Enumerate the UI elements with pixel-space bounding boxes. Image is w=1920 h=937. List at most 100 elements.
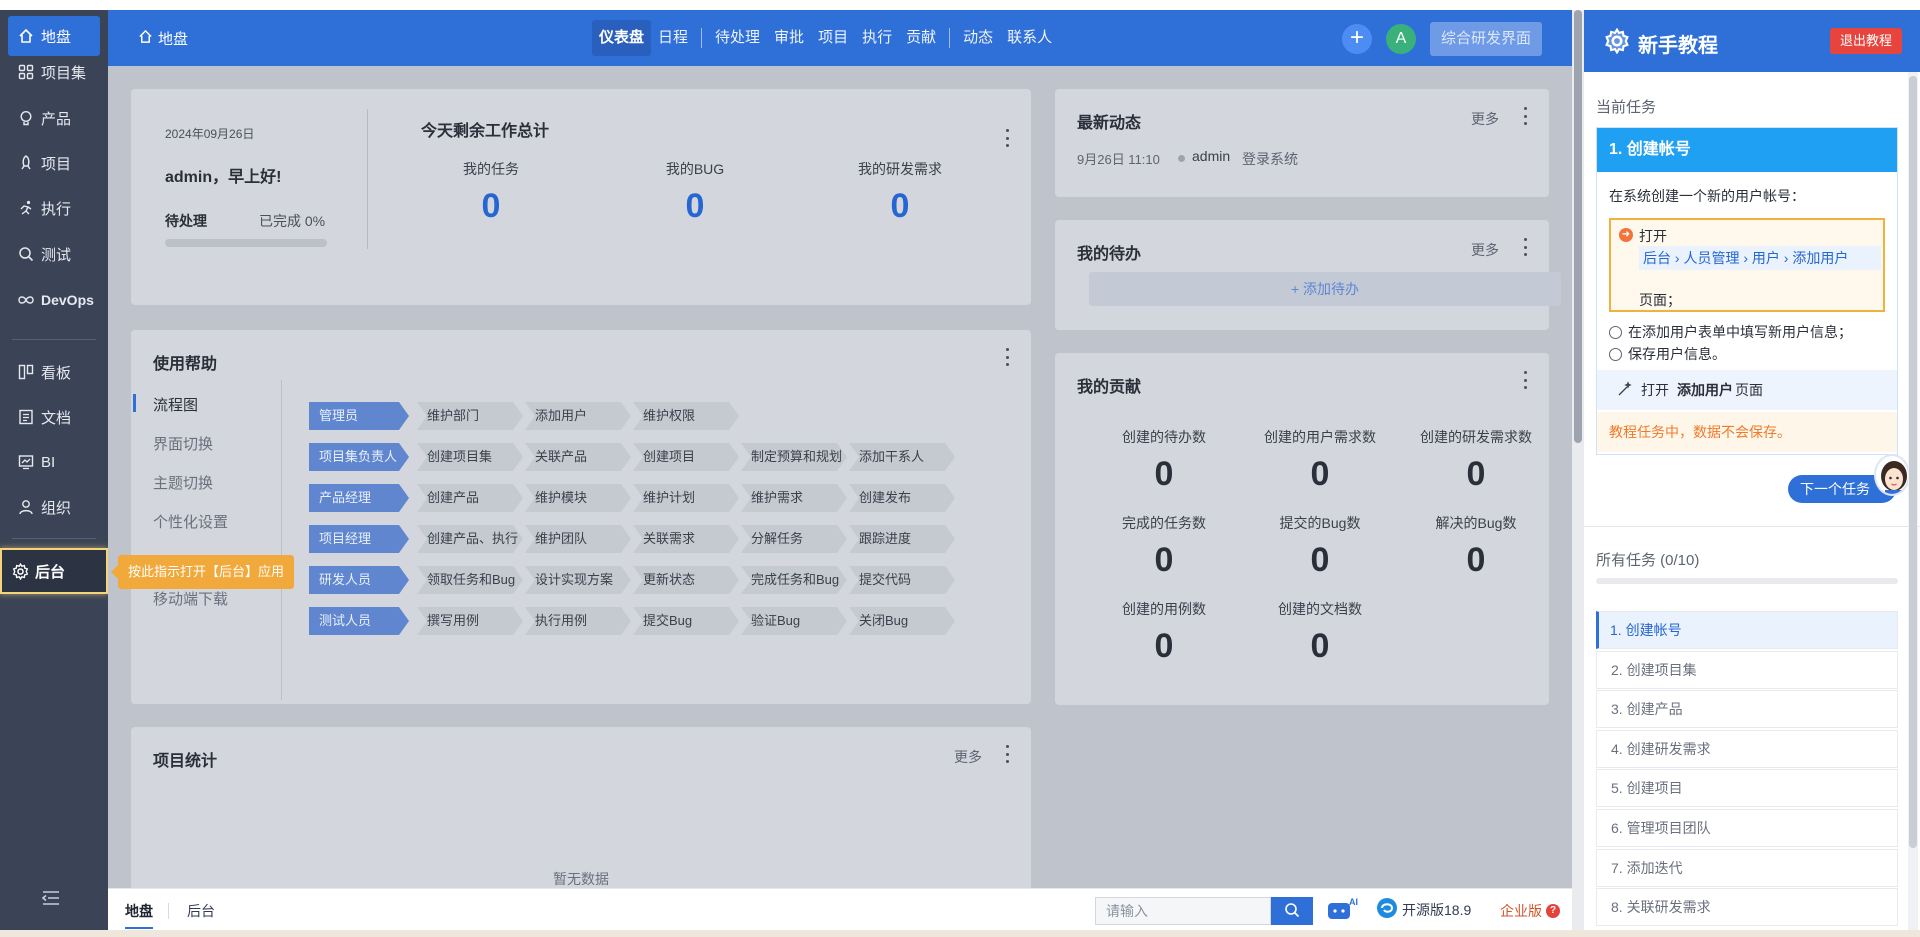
task-list-item[interactable]: 6. 管理项目团队 <box>1596 809 1898 847</box>
tab-pending[interactable]: 待处理 <box>708 20 767 56</box>
flow-step[interactable]: 更新状态 <box>633 566 739 594</box>
flow-step[interactable]: 创建产品、执行 <box>417 525 523 553</box>
step-menu-path[interactable]: 后台 › 人员管理 › 用户 › 添加用户 <box>1639 246 1881 270</box>
sidebar-item-doc[interactable]: 文档 <box>8 397 100 437</box>
exit-tutorial-button[interactable]: 退出教程 <box>1830 28 1902 54</box>
flow-step[interactable]: 跟踪进度 <box>849 525 955 553</box>
breadcrumb-home[interactable]: 地盘 <box>138 28 188 49</box>
flow-step[interactable]: 设计实现方案 <box>525 566 631 594</box>
flow-step[interactable]: 分解任务 <box>741 525 847 553</box>
sidebar-item-project[interactable]: 项目 <box>8 143 100 183</box>
flow-step[interactable]: 创建产品 <box>417 484 523 512</box>
help-nav-theme[interactable]: 主题切换 <box>153 472 213 493</box>
tab-calendar[interactable]: 日程 <box>651 20 695 56</box>
flow-step[interactable]: 创建项目集 <box>417 443 523 471</box>
more-options-icon[interactable] <box>1004 348 1010 366</box>
sidebar-item-execution[interactable]: 执行 <box>8 188 100 228</box>
tab-contribution[interactable]: 贡献 <box>899 20 943 56</box>
task-list-item[interactable]: 1. 创建帐号 <box>1596 611 1898 649</box>
flow-step[interactable]: 添加干系人 <box>849 443 955 471</box>
flow-step[interactable]: 关联产品 <box>525 443 631 471</box>
more-options-icon[interactable] <box>1004 129 1010 147</box>
tab-project[interactable]: 项目 <box>811 20 855 56</box>
sidebar-item-org[interactable]: 组织 <box>8 487 100 527</box>
more-options-icon[interactable] <box>1004 745 1010 763</box>
flow-step[interactable]: 维护需求 <box>741 484 847 512</box>
tab-dashboard[interactable]: 仪表盘 <box>592 20 652 56</box>
task-list-item[interactable]: 2. 创建项目集 <box>1596 650 1898 689</box>
more-link[interactable]: 更多 <box>1471 240 1499 260</box>
flow-role[interactable]: 管理员 <box>309 402 409 430</box>
flow-step[interactable]: 制定预算和规划 <box>741 443 847 471</box>
edition-upgrade-link[interactable]: 企业版 ? <box>1500 901 1560 921</box>
flow-role[interactable]: 产品经理 <box>309 484 409 512</box>
flow-step[interactable]: 提交代码 <box>849 566 955 594</box>
flow-step[interactable]: 维护部门 <box>417 402 523 430</box>
guide-avatar[interactable] <box>1874 454 1910 496</box>
flow-role[interactable]: 项目集负责人 <box>309 443 409 471</box>
help-nav-personalize[interactable]: 个性化设置 <box>153 511 228 532</box>
flow-step[interactable]: 提交Bug <box>633 607 739 635</box>
flow-step[interactable]: 维护权限 <box>633 402 739 430</box>
flow-step[interactable]: 撰写用例 <box>417 607 523 635</box>
flow-step[interactable]: 创建发布 <box>849 484 955 512</box>
task-list-item[interactable]: 3. 创建产品 <box>1596 690 1898 729</box>
sidebar-item-devops[interactable]: DevOps <box>8 280 100 320</box>
tutorial-scrollbar[interactable] <box>1908 72 1918 930</box>
sidebar-item-dashboard[interactable]: 地盘 <box>8 16 100 56</box>
help-nav-flowchart[interactable]: 流程图 <box>153 394 198 415</box>
sidebar-item-product[interactable]: 产品 <box>8 98 100 138</box>
help-nav-mobile[interactable]: 移动端下载 <box>153 588 228 609</box>
avatar[interactable]: A <box>1386 24 1416 54</box>
task-list-item[interactable]: 8. 关联研发需求 <box>1596 888 1898 927</box>
stat-my-stories[interactable]: 我的研发需求 0 <box>820 159 980 226</box>
app-tab-dashboard[interactable]: 地盘 <box>125 901 153 929</box>
flow-step[interactable]: 维护团队 <box>525 525 631 553</box>
flow-step[interactable]: 关联需求 <box>633 525 739 553</box>
flow-role[interactable]: 项目经理 <box>309 525 409 553</box>
flow-step[interactable]: 维护计划 <box>633 484 739 512</box>
tab-contacts[interactable]: 联系人 <box>1000 20 1059 56</box>
ui-switch-button[interactable]: 综合研发界面 <box>1430 22 1542 56</box>
flow-step[interactable]: 完成任务和Bug <box>741 566 847 594</box>
scrollbar-thumb[interactable] <box>1574 10 1582 443</box>
flow-step[interactable]: 验证Bug <box>741 607 847 635</box>
flow-role[interactable]: 测试人员 <box>309 607 409 635</box>
more-link[interactable]: 更多 <box>954 747 982 767</box>
sidebar-item-bi[interactable]: BI <box>8 442 100 482</box>
sidebar-item-test[interactable]: 测试 <box>8 234 100 274</box>
more-options-icon[interactable] <box>1522 238 1528 256</box>
flow-role[interactable]: 研发人员 <box>309 566 409 594</box>
stat-my-tasks[interactable]: 我的任务 0 <box>411 159 571 226</box>
scrollbar-thumb[interactable] <box>1909 76 1917 848</box>
dynamic-user[interactable]: admin <box>1192 148 1230 164</box>
flow-step[interactable]: 创建项目 <box>633 443 739 471</box>
global-search-input[interactable] <box>1095 897 1271 925</box>
search-button[interactable] <box>1271 897 1313 925</box>
app-tab-admin[interactable]: 后台 <box>187 901 215 921</box>
collapse-menu-icon[interactable] <box>41 890 64 908</box>
more-options-icon[interactable] <box>1522 371 1528 389</box>
main-scrollbar[interactable] <box>1572 10 1584 930</box>
flow-step[interactable]: 添加用户 <box>525 402 631 430</box>
add-todo-button[interactable]: + 添加待办 <box>1089 272 1561 306</box>
help-nav-ui-switch[interactable]: 界面切换 <box>153 433 213 454</box>
task-list-item[interactable]: 4. 创建研发需求 <box>1596 729 1898 768</box>
stat-my-bugs[interactable]: 我的BUG 0 <box>615 159 775 226</box>
flow-step[interactable]: 领取任务和Bug <box>417 566 523 594</box>
quick-create-button[interactable]: + <box>1342 24 1372 54</box>
flow-step[interactable]: 关闭Bug <box>849 607 955 635</box>
sidebar-item-admin[interactable]: 后台 <box>0 548 108 594</box>
sidebar-item-program[interactable]: 项目集 <box>8 52 100 92</box>
flow-step[interactable]: 执行用例 <box>525 607 631 635</box>
version-info[interactable]: 开源版18.9 <box>1376 897 1471 922</box>
more-link[interactable]: 更多 <box>1471 109 1499 129</box>
more-options-icon[interactable] <box>1522 107 1528 125</box>
task-step-active[interactable]: ➜ 打开 后台 › 人员管理 › 用户 › 添加用户 页面； <box>1609 218 1885 312</box>
task-list-item[interactable]: 5. 创建项目 <box>1596 769 1898 808</box>
ai-assistant-icon[interactable]: AI <box>1326 895 1360 923</box>
sidebar-item-kanban[interactable]: 看板 <box>8 352 100 392</box>
tab-execution[interactable]: 执行 <box>855 20 899 56</box>
flow-step[interactable]: 维护模块 <box>525 484 631 512</box>
task-list-item[interactable]: 7. 添加迭代 <box>1596 848 1898 887</box>
